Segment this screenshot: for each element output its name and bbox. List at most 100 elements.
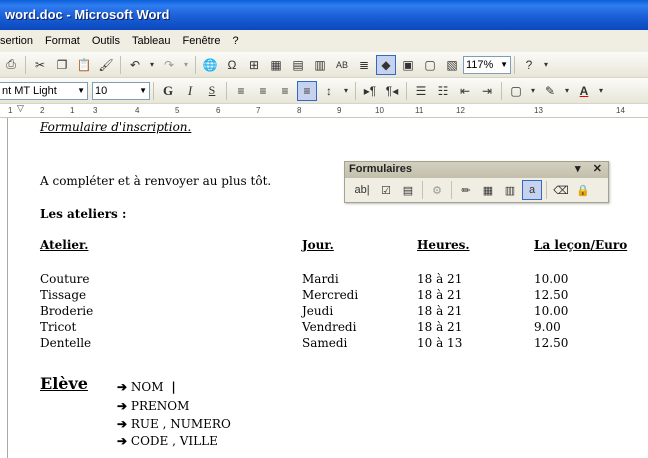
insert-table-icon[interactable]: ▦	[266, 55, 286, 75]
format-painter-icon[interactable]: 🖌	[96, 55, 116, 75]
highlight-dropdown-icon[interactable]: ▾	[562, 81, 572, 101]
decrease-indent-icon[interactable]: ⇤	[455, 81, 475, 101]
font-size-combo[interactable]: 10 ▼	[92, 81, 150, 100]
line-spacing-icon[interactable]: ↕	[319, 81, 339, 101]
toolbar-options-icon[interactable]: ▾	[575, 163, 581, 175]
increase-indent-icon[interactable]: ⇥	[477, 81, 497, 101]
show-hide-icon[interactable]: ▢	[420, 55, 440, 75]
ruler-label: 1	[8, 106, 13, 115]
cell-heures: 18 à 21	[417, 288, 463, 302]
menu-fenetre[interactable]: Fenêtre	[177, 35, 227, 47]
copy-icon[interactable]: ❐	[52, 55, 72, 75]
menu-help[interactable]: ?	[226, 35, 244, 47]
numbering-icon[interactable]: ☰	[411, 81, 431, 101]
document-map-icon[interactable]: ▣	[398, 55, 418, 75]
checkbox-icon[interactable]: ☑	[376, 180, 396, 200]
reset-form-fields-icon[interactable]: ⌫	[551, 180, 571, 200]
print-icon[interactable]: ⎙	[1, 55, 21, 75]
forms-toolbar-title: Formulaires	[349, 163, 412, 175]
toolbar-separator	[120, 55, 121, 74]
rtl-icon[interactable]: ¶◂	[382, 81, 402, 101]
ateliers-title: Les ateliers :	[40, 207, 127, 221]
symbol-icon[interactable]: Ω	[222, 55, 242, 75]
justify-icon[interactable]: ≡	[297, 80, 317, 101]
undo-icon[interactable]: ↶	[125, 55, 145, 75]
chevron-down-icon: ▼	[77, 85, 85, 95]
cell-atelier: Tissage	[40, 288, 87, 302]
undo-dropdown-icon[interactable]: ▾	[147, 55, 157, 75]
lock-icon[interactable]: 🔒	[573, 180, 593, 200]
insert-excel-icon[interactable]: ▤	[288, 55, 308, 75]
zoom-combo[interactable]: 117% ▼	[463, 55, 511, 74]
cell-heures: 18 à 21	[417, 272, 463, 286]
hyperlink-icon[interactable]: 🌐	[200, 55, 220, 75]
italic-icon[interactable]: I	[180, 81, 200, 101]
page-margin-line	[7, 118, 8, 458]
menu-outils[interactable]: Outils	[86, 35, 126, 47]
insert-frame-icon[interactable]: ▥	[500, 180, 520, 200]
align-right-icon[interactable]: ≡	[275, 81, 295, 101]
form-field-options-icon[interactable]: ⚙	[427, 180, 447, 200]
toolbar-separator	[226, 81, 227, 100]
standard-toolbar: ⎙ ✂ ❐ 📋 🖌 ↶ ▾ ↷ ▾ 🌐 Ω ⊞ ▦ ▤ ▥ AB ≣ ◆ ▣ ▢…	[0, 52, 648, 78]
forms-toolbar-controls: ▾ ✕	[575, 162, 602, 175]
borders-dropdown-icon[interactable]: ▾	[528, 81, 538, 101]
tables-borders-icon[interactable]: ⊞	[244, 55, 264, 75]
columns-icon[interactable]: ▥	[310, 55, 330, 75]
cell-jour: Vendredi	[302, 320, 357, 334]
chevron-down-icon: ▼	[500, 59, 508, 69]
cell-lecon: 12.50	[534, 288, 569, 302]
align-center-icon[interactable]: ≡	[253, 81, 273, 101]
ruler-label: 1	[70, 106, 75, 115]
dropdown-field-icon[interactable]: ▤	[398, 180, 418, 200]
toolbar-separator	[25, 55, 26, 74]
line-spacing-dropdown-icon[interactable]: ▾	[341, 81, 351, 101]
redo-dropdown-icon[interactable]: ▾	[181, 55, 191, 75]
cut-icon[interactable]: ✂	[30, 55, 50, 75]
ruler-label: 10	[375, 106, 384, 115]
toolbar-separator	[153, 81, 154, 100]
toolbar-options-icon[interactable]: ▾	[541, 55, 551, 75]
menu-insertion[interactable]: sertion	[0, 35, 39, 47]
cell-atelier: Couture	[40, 272, 90, 286]
close-icon[interactable]: ✕	[593, 163, 602, 175]
font-color-icon[interactable]: A	[574, 81, 594, 101]
paste-icon[interactable]: 📋	[74, 55, 94, 75]
bullets-icon[interactable]: ☷	[433, 81, 453, 101]
align-left-icon[interactable]: ≡	[231, 81, 251, 101]
menu-format[interactable]: Format	[39, 35, 86, 47]
borders-icon[interactable]: ▢	[506, 81, 526, 101]
cell-heures: 10 à 13	[417, 336, 463, 350]
draw-table-icon[interactable]: ✏	[456, 180, 476, 200]
font-name-combo[interactable]: nt MT Light ▼	[0, 81, 88, 100]
cell-lecon: 10.00	[534, 272, 569, 286]
redo-icon[interactable]: ↷	[159, 55, 179, 75]
paragraph-list-icon[interactable]: ≣	[354, 55, 374, 75]
forms-toolbar[interactable]: Formulaires ▾ ✕ ab| ☑ ▤ ⚙ ✏ ▦ ▥ a ⌫ 🔒	[344, 161, 609, 203]
cell-atelier: Broderie	[40, 304, 94, 318]
drawing-icon[interactable]: ◆	[376, 54, 396, 75]
wordart-icon[interactable]: AB	[332, 55, 352, 75]
horizontal-ruler[interactable]: 1 ▽ 2 1 3 4 5 6 7 8 9 10 11 12 13 14	[0, 104, 648, 118]
arrow-right-icon: ➔	[117, 417, 128, 431]
highlight-icon[interactable]: ✎	[540, 81, 560, 101]
forms-toolbar-header[interactable]: Formulaires ▾ ✕	[345, 162, 608, 178]
menu-tableau[interactable]: Tableau	[126, 35, 177, 47]
help-icon[interactable]: ?	[519, 55, 539, 75]
ltr-icon[interactable]: ▸¶	[360, 81, 380, 101]
text-field-button[interactable]: ab|	[350, 180, 374, 200]
insert-table-icon[interactable]: ▦	[478, 180, 498, 200]
first-line-indent-icon[interactable]: ▽	[17, 104, 24, 114]
font-color-dropdown-icon[interactable]: ▾	[596, 81, 606, 101]
field-label: CODE , VILLE	[130, 434, 218, 448]
chevron-down-icon: ▼	[139, 85, 147, 95]
arrow-right-icon: ➔	[117, 380, 128, 394]
bold-icon[interactable]: G	[158, 81, 178, 101]
form-field-shading-icon[interactable]: a	[522, 180, 542, 200]
toolbar-separator	[451, 181, 452, 199]
ruler-label: 6	[216, 106, 221, 115]
ruler-label: 12	[456, 106, 465, 115]
print-preview-icon[interactable]: ▧	[442, 55, 462, 75]
text-cursor: |	[171, 380, 176, 394]
underline-icon[interactable]: S	[202, 81, 222, 101]
